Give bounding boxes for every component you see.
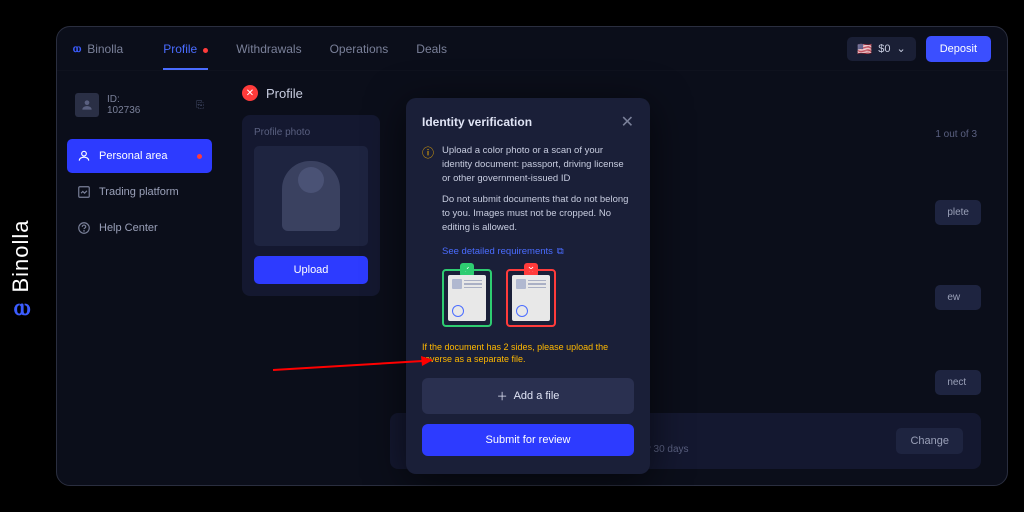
profile-photo-card: Profile photo Upload bbox=[242, 115, 380, 296]
valid-doc-example bbox=[442, 269, 492, 327]
logo-icon: ⲱ bbox=[73, 41, 81, 56]
submit-button[interactable]: Submit for review bbox=[422, 424, 634, 456]
chevron-down-icon: ⌄ bbox=[896, 42, 905, 55]
identity-verification-modal: Identity verification ✕ ⓘ Upload a color… bbox=[406, 98, 650, 474]
sidebar-item-label: Trading platform bbox=[99, 186, 179, 198]
tab-deals[interactable]: Deals bbox=[416, 28, 447, 70]
sidebar-item-label: Personal area bbox=[99, 150, 168, 162]
error-badge-icon: ✕ bbox=[242, 85, 258, 101]
modal-title: Identity verification bbox=[422, 115, 532, 129]
balance-value: $0 bbox=[878, 43, 890, 55]
step-button[interactable]: ew bbox=[935, 285, 981, 310]
id-value: 102736 bbox=[107, 105, 188, 116]
photo-label: Profile photo bbox=[254, 127, 368, 138]
sidebar-item-personal[interactable]: Personal area bbox=[67, 139, 212, 173]
alert-dot-icon bbox=[197, 154, 202, 159]
user-id-card: ID:102736 ⎘ bbox=[67, 85, 212, 125]
edit-icon[interactable]: ⎘ bbox=[196, 100, 204, 111]
upload-button[interactable]: Upload bbox=[254, 256, 368, 284]
external-link-icon: ⧉ bbox=[557, 246, 564, 257]
sidebar-item-help[interactable]: Help Center bbox=[67, 211, 212, 245]
two-sides-warning: If the document has 2 sides, please uplo… bbox=[422, 341, 634, 366]
step-counter: 1 out of 3 bbox=[935, 129, 977, 140]
deposit-button[interactable]: Deposit bbox=[926, 36, 991, 62]
help-icon bbox=[77, 221, 91, 235]
topbar: ⲱ Binolla Profile Withdrawals Operations… bbox=[57, 27, 1007, 71]
change-password-button[interactable]: Change bbox=[896, 428, 963, 454]
avatar-icon bbox=[75, 93, 99, 117]
plus-icon: ＋ bbox=[497, 388, 508, 404]
modal-info-1: Upload a color photo or a scan of your i… bbox=[442, 144, 634, 185]
logo-text: Binolla bbox=[87, 42, 123, 56]
photo-placeholder bbox=[254, 146, 368, 246]
modal-info-2: Do not submit documents that do not belo… bbox=[442, 193, 634, 234]
nav-tabs: Profile Withdrawals Operations Deals bbox=[163, 28, 447, 70]
balance-selector[interactable]: 🇺🇸 $0 ⌄ bbox=[847, 37, 915, 61]
sidebar: ID:102736 ⎘ Personal area Trading platfo… bbox=[57, 71, 222, 485]
chart-icon bbox=[77, 185, 91, 199]
step-button[interactable]: plete bbox=[935, 200, 981, 225]
document-examples: ✓ ✕ bbox=[442, 269, 634, 327]
verification-steps: 1 out of 3 plete ew nect bbox=[935, 129, 981, 395]
invalid-doc-example bbox=[506, 269, 556, 327]
id-label: ID: bbox=[107, 94, 188, 105]
step-button[interactable]: nect bbox=[935, 370, 981, 395]
alert-dot-icon bbox=[203, 48, 208, 53]
tab-operations[interactable]: Operations bbox=[330, 28, 389, 70]
sidebar-item-trading[interactable]: Trading platform bbox=[67, 175, 212, 209]
tab-profile[interactable]: Profile bbox=[163, 28, 208, 70]
flag-icon: 🇺🇸 bbox=[857, 42, 872, 56]
close-icon[interactable]: ✕ bbox=[621, 112, 634, 132]
info-icon: ⓘ bbox=[422, 144, 434, 185]
requirements-link[interactable]: See detailed requirements⧉ bbox=[442, 246, 564, 257]
person-icon bbox=[77, 149, 91, 163]
brand-label: Binolla bbox=[8, 219, 34, 292]
app-logo[interactable]: ⲱ Binolla bbox=[73, 41, 123, 56]
add-file-button[interactable]: ＋Add a file bbox=[422, 378, 634, 414]
tab-withdrawals[interactable]: Withdrawals bbox=[236, 28, 301, 70]
brand-logo-icon: ⲱ bbox=[14, 294, 30, 322]
sidebar-item-label: Help Center bbox=[99, 222, 158, 234]
